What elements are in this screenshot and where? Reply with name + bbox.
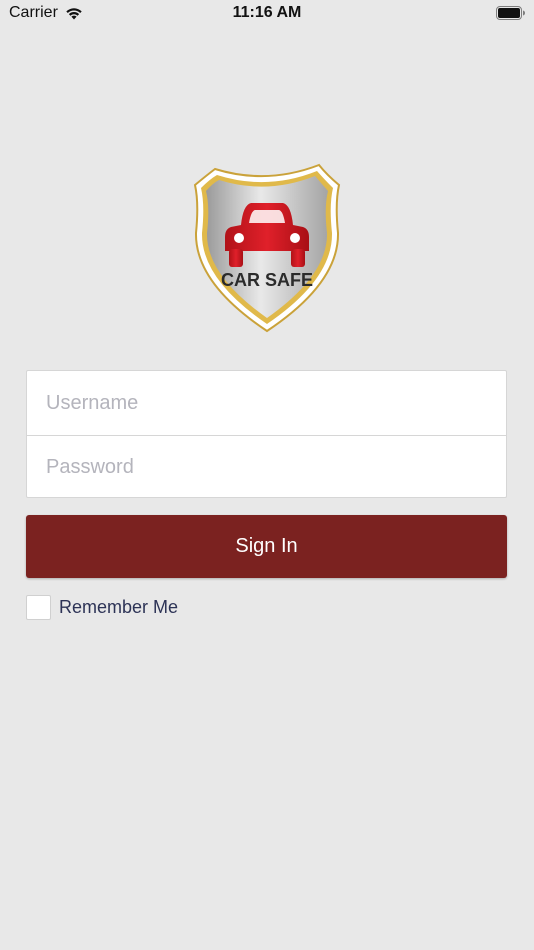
remember-me-checkbox[interactable] <box>26 595 51 620</box>
sign-in-button[interactable]: Sign In <box>26 515 507 578</box>
logo-text: CAR SAFE <box>221 270 313 290</box>
remember-me-row[interactable]: Remember Me <box>26 594 178 621</box>
username-input[interactable] <box>27 371 506 435</box>
password-input[interactable] <box>27 435 506 499</box>
remember-me-label[interactable]: Remember Me <box>59 597 178 618</box>
status-bar: Carrier 11:16 AM <box>0 0 534 28</box>
login-form <box>26 370 507 499</box>
battery-icon <box>496 6 525 20</box>
car-safe-logo: CAR SAFE <box>193 163 341 333</box>
status-time: 11:16 AM <box>232 4 302 21</box>
